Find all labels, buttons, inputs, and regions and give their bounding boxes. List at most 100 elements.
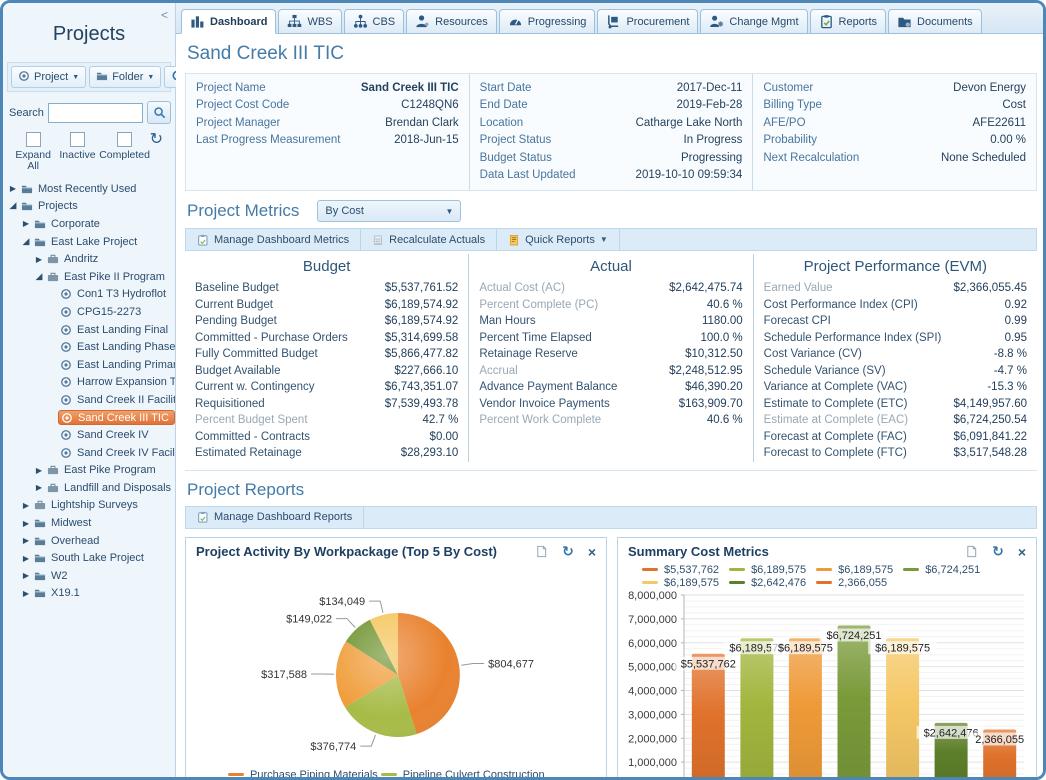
collapsed-arrow-icon[interactable]: ▶ xyxy=(20,519,32,528)
info-label: Project Status xyxy=(480,132,552,149)
checkbox-completed-box[interactable] xyxy=(117,132,132,147)
metric-row-forecast-cpi: Forecast CPI0.99 xyxy=(764,313,1027,330)
tree-node-label-wrap: Midwest xyxy=(32,516,96,531)
refresh-icon[interactable]: ↻ xyxy=(562,544,574,560)
refresh-icon[interactable]: ↻ xyxy=(150,132,163,146)
sidebar-item-overhead[interactable]: ▶Overhead xyxy=(3,532,175,550)
tab-procurement[interactable]: Procurement xyxy=(597,9,698,34)
collapsed-arrow-icon[interactable]: ▶ xyxy=(20,554,32,563)
sidebar-item-east-pike-ii-program[interactable]: ◢East Pike II Program xyxy=(3,268,175,286)
collapsed-arrow-icon[interactable]: ▶ xyxy=(7,184,19,193)
info-row-budget-status: Budget StatusProgressing xyxy=(480,150,743,167)
legend-label: 2,366,055 xyxy=(838,577,887,589)
close-icon[interactable]: × xyxy=(588,544,596,560)
sidebar-item-sand-creek-iv[interactable]: Sand Creek IV xyxy=(3,426,175,444)
sidebar-item-most-recently-used[interactable]: ▶ Most Recently Used xyxy=(3,180,175,198)
bar-value-label: $5,537,762 xyxy=(681,658,736,670)
collapse-sidebar-button[interactable]: < xyxy=(161,8,168,22)
expanded-arrow-icon[interactable]: ◢ xyxy=(33,272,45,282)
export-icon[interactable] xyxy=(535,545,548,558)
tab-cbs[interactable]: CBS xyxy=(344,9,405,34)
info-label: Location xyxy=(480,115,523,132)
metric-value: 0.99 xyxy=(1005,313,1027,330)
checkbox-inactive-box[interactable] xyxy=(70,132,85,147)
pie-legend-item-pipeline-culvert-construction: Pipeline Culvert Construction xyxy=(381,769,545,777)
sidebar-item-east-landing-final[interactable]: East Landing Final xyxy=(3,321,175,339)
metrics-filter-select[interactable]: By Cost ▼ xyxy=(317,200,461,222)
tab-label: CBS xyxy=(373,16,396,28)
collapsed-arrow-icon[interactable]: ▶ xyxy=(20,536,32,545)
quick-reports-button[interactable]: Quick Reports▼ xyxy=(497,229,620,250)
metric-value: $5,537,761.52 xyxy=(385,280,459,297)
sidebar-item-sand-creek-iii-tic[interactable]: Sand Creek III TIC xyxy=(3,409,175,427)
sidebar-item-sand-creek-ii-facility[interactable]: Sand Creek II Facility xyxy=(3,391,175,409)
bar-baseline-cost xyxy=(692,654,725,777)
sidebar-item-corporate[interactable]: ▶Corporate xyxy=(3,215,175,233)
sidebar-item-cpg15-2273[interactable]: CPG15-2273 xyxy=(3,303,175,321)
metric-value: $28,293.10 xyxy=(401,445,459,462)
tree-node-label-wrap: Con1 T3 Hydroflot xyxy=(58,287,171,302)
sidebar-item-east-pike-program[interactable]: ▶East Pike Program xyxy=(3,462,175,480)
sidebar-title: Projects xyxy=(3,23,175,46)
collapsed-arrow-icon[interactable]: ▶ xyxy=(33,255,45,264)
manage-dashboard-metrics-button[interactable]: Manage Dashboard Metrics xyxy=(186,229,361,250)
search-button[interactable] xyxy=(147,101,171,124)
sidebar-item-lightship-surveys[interactable]: ▶Lightship Surveys xyxy=(3,497,175,515)
tab-dashboard[interactable]: Dashboard xyxy=(181,9,276,34)
collapsed-arrow-icon[interactable]: ▶ xyxy=(20,589,32,598)
metric-label: Actual Cost (AC) xyxy=(479,280,565,297)
briefcase-icon xyxy=(47,481,60,494)
recalculate-actuals-button[interactable]: Recalculate Actuals xyxy=(361,229,497,250)
expanded-arrow-icon[interactable]: ◢ xyxy=(7,201,19,211)
tab-progressing[interactable]: Progressing xyxy=(499,9,596,34)
tab-reports[interactable]: Reports xyxy=(810,9,887,34)
search-input[interactable] xyxy=(48,103,143,123)
project-button[interactable]: Project▼ xyxy=(11,66,86,88)
sidebar-item-sand-creek-iv-facility[interactable]: Sand Creek IV Facility xyxy=(3,444,175,462)
sidebar-item-east-landing-phase-iii[interactable]: East Landing Phase III xyxy=(3,338,175,356)
tab-documents[interactable]: Documents xyxy=(888,9,982,34)
sidebar-item-midwest[interactable]: ▶Midwest xyxy=(3,514,175,532)
bar-legend-item-2-366-055: 2,366,055 xyxy=(816,577,887,589)
close-icon[interactable]: × xyxy=(1018,544,1026,560)
info-row-data-last-updated: Data Last Updated2019-10-10 09:59:34 xyxy=(480,167,743,184)
sidebar-item-andritz[interactable]: ▶Andritz xyxy=(3,250,175,268)
collapsed-arrow-icon[interactable]: ▶ xyxy=(33,466,45,475)
metric-value: $2,366,055.45 xyxy=(953,280,1027,297)
tab-change-mgmt[interactable]: Change Mgmt xyxy=(700,9,807,34)
collapsed-arrow-icon[interactable]: ▶ xyxy=(33,483,45,492)
manage-dashboard-reports-button[interactable]: Manage Dashboard Reports xyxy=(186,507,364,528)
tab-wbs[interactable]: WBS xyxy=(278,9,341,34)
sidebar-item-east-lake-project[interactable]: ◢East Lake Project xyxy=(3,233,175,251)
sidebar-item-landfill-and-disposals[interactable]: ▶Landfill and Disposals xyxy=(3,479,175,497)
collapsed-arrow-icon[interactable]: ▶ xyxy=(20,571,32,580)
info-row-next-recalculation: Next RecalculationNone Scheduled xyxy=(763,150,1026,167)
sidebar-item-harrow-expansion-t2[interactable]: Harrow Expansion T2 xyxy=(3,374,175,392)
legend-swatch xyxy=(729,581,745,584)
checkbox-expand-all-box[interactable] xyxy=(26,132,41,147)
folder-button[interactable]: Folder▼ xyxy=(89,66,161,88)
sidebar-item-w2[interactable]: ▶ W2 xyxy=(3,567,175,585)
info-label: Project Name xyxy=(196,80,266,97)
refresh-icon[interactable]: ↻ xyxy=(992,544,1004,560)
chevron-down-icon: ▼ xyxy=(72,74,79,81)
sidebar-item-label: East Landing Phase III xyxy=(77,341,175,353)
bar-legend-item-6-189-575: $6,189,575 xyxy=(642,577,719,589)
collapsed-arrow-icon[interactable]: ▶ xyxy=(20,501,32,510)
expanded-arrow-icon[interactable]: ◢ xyxy=(20,237,32,247)
tab-resources[interactable]: Resources xyxy=(406,9,497,34)
export-icon[interactable] xyxy=(965,545,978,558)
metric-row-current-budget: Current Budget$6,189,574.92 xyxy=(195,297,458,314)
sidebar-item-east-landing-primary[interactable]: East Landing Primary xyxy=(3,356,175,374)
collapsed-arrow-icon[interactable]: ▶ xyxy=(20,219,32,228)
info-label: Probability xyxy=(763,132,817,149)
sidebar-item-label: W2 xyxy=(51,570,68,582)
metric-label: Forecast at Complete (FAC) xyxy=(764,429,907,446)
sidebar-item-projects[interactable]: ◢Projects xyxy=(3,198,175,216)
sidebar-item-con1-t3-hydroflot[interactable]: Con1 T3 Hydroflot xyxy=(3,286,175,304)
info-value: 2017-Dec-11 xyxy=(677,80,743,97)
sidebar-item-x19-1[interactable]: ▶X19.1 xyxy=(3,585,175,603)
sidebar-item-south-lake-project[interactable]: ▶South Lake Project xyxy=(3,549,175,567)
target-icon xyxy=(60,446,73,459)
sidebar-item-label: Most Recently Used xyxy=(38,183,136,195)
